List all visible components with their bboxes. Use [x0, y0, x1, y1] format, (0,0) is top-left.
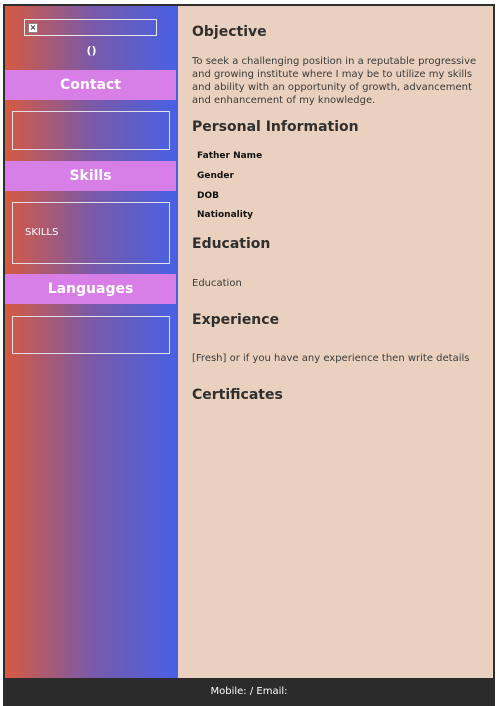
- languages-heading: Languages: [5, 274, 176, 304]
- dob-label: DOB: [197, 191, 219, 201]
- certificates-heading: Certificates: [192, 387, 283, 403]
- name-line: (): [86, 44, 97, 57]
- education-text: Education: [192, 278, 242, 289]
- contact-box: [12, 111, 170, 150]
- sidebar: × () Contact Skills SKILLS Languages: [5, 6, 178, 678]
- resume-page: × () Contact Skills SKILLS Languages Obj…: [3, 4, 495, 678]
- skills-box: SKILLS: [12, 202, 170, 264]
- gender-label: Gender: [197, 171, 234, 181]
- broken-image-icon: ×: [28, 23, 38, 33]
- objective-text: To seek a challenging position in a repu…: [192, 56, 477, 106]
- father-name-label: Father Name: [197, 151, 263, 161]
- contact-heading: Contact: [5, 70, 176, 100]
- languages-box: [12, 316, 170, 354]
- skills-text: SKILLS: [25, 227, 59, 238]
- experience-heading: Experience: [192, 312, 280, 328]
- experience-text: [Fresh] or if you have any experience th…: [192, 353, 470, 364]
- footer: Mobile: / Email:: [3, 678, 495, 706]
- personal-information-heading: Personal Information: [192, 119, 359, 135]
- nationality-label: Nationality: [197, 210, 253, 220]
- objective-heading: Objective: [192, 24, 267, 40]
- skills-heading: Skills: [5, 161, 176, 191]
- education-heading: Education: [192, 236, 271, 252]
- profile-photo: ×: [24, 19, 157, 36]
